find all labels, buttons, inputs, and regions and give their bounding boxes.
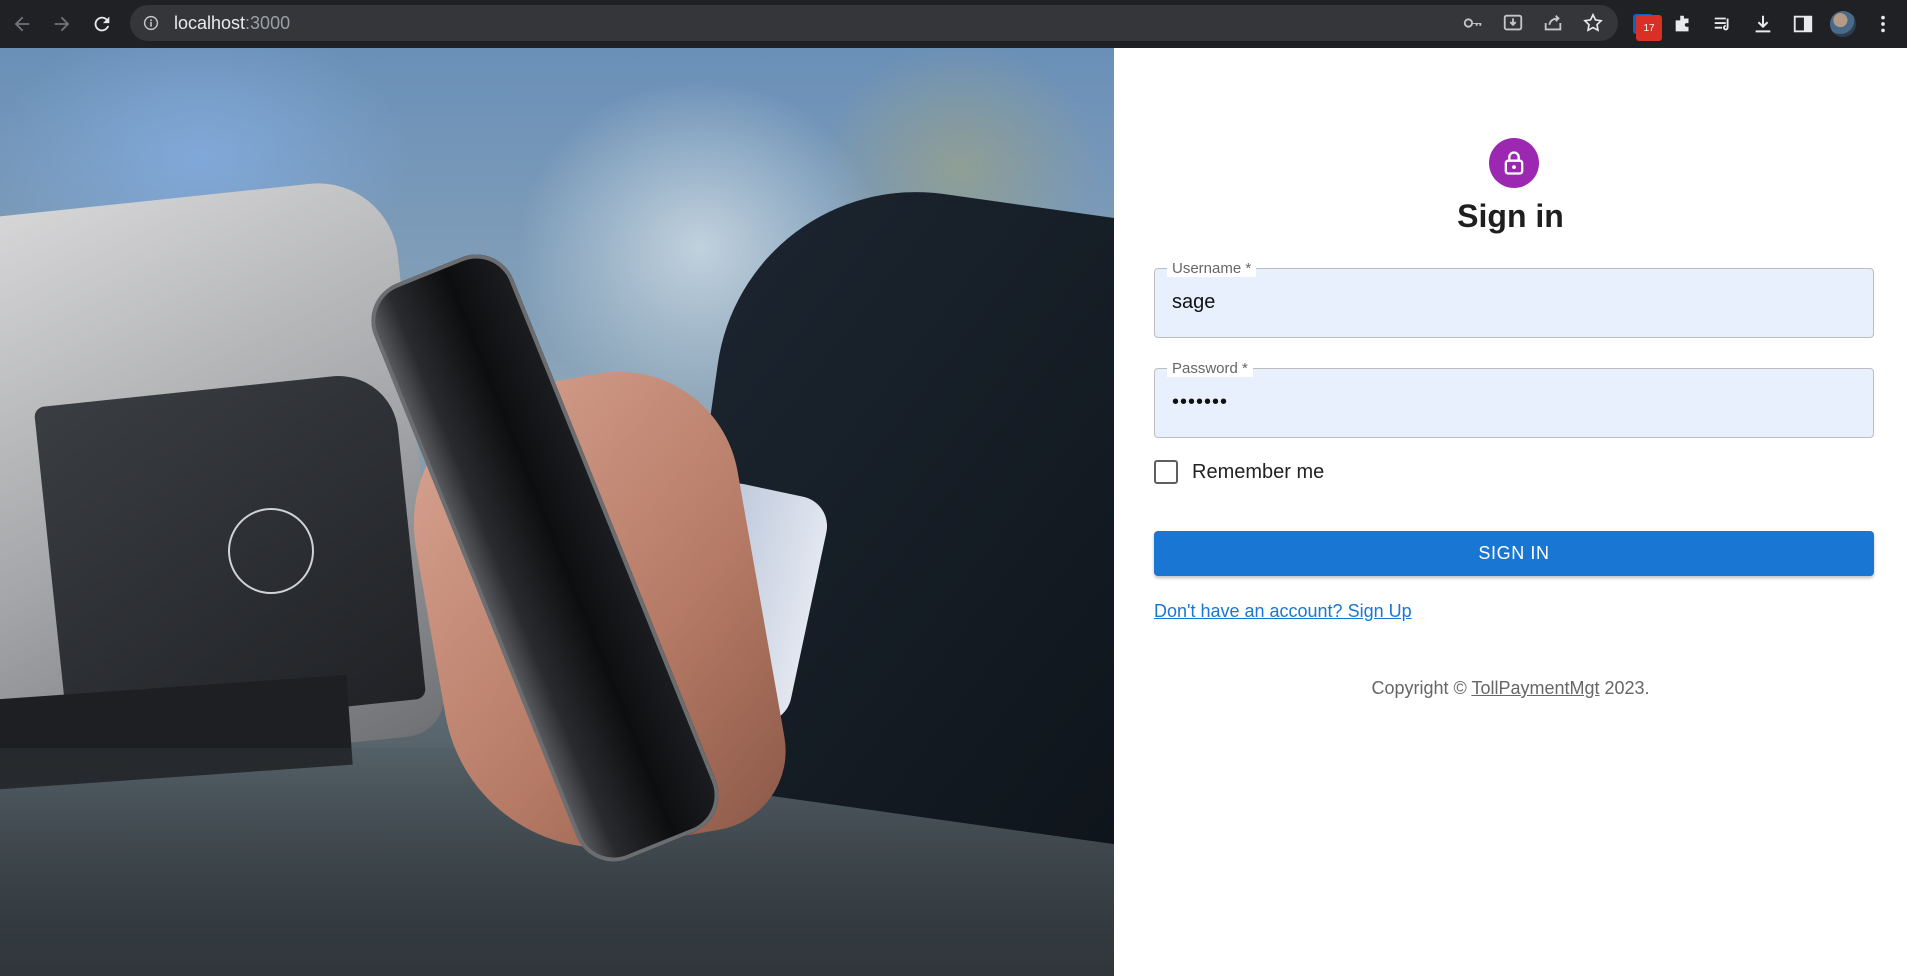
remember-me[interactable]: Remember me — [1154, 460, 1324, 484]
signin-button[interactable]: SIGN IN — [1154, 531, 1874, 576]
remember-label[interactable]: Remember me — [1192, 461, 1324, 484]
lock-icon — [1504, 151, 1524, 175]
share-icon[interactable] — [1540, 10, 1566, 36]
username-field[interactable]: Username * sage — [1154, 260, 1874, 338]
downloads-icon[interactable] — [1750, 11, 1776, 37]
arrow-left-icon — [14, 16, 30, 32]
copyright: Copyright © TollPaymentMgt 2023. — [1371, 678, 1650, 698]
reload-icon — [94, 16, 110, 32]
install-app-icon[interactable] — [1500, 10, 1526, 36]
linkedin-extension-icon[interactable]: in 17 — [1630, 11, 1662, 41]
side-panel-icon[interactable] — [1790, 11, 1816, 37]
hero-image — [0, 48, 1114, 976]
back-button[interactable] — [2, 4, 42, 44]
password-label: Password * — [1167, 360, 1253, 377]
remember-checkbox[interactable] — [1154, 460, 1178, 484]
reload-button[interactable] — [82, 4, 122, 44]
bookmark-star-icon[interactable] — [1580, 10, 1606, 36]
password-field[interactable]: Password * ••••••• — [1154, 360, 1874, 438]
username-value[interactable]: sage — [1172, 291, 1215, 314]
site-info-icon[interactable] — [142, 14, 160, 32]
notification-badge: 17 — [1636, 15, 1662, 41]
signin-panel: Sign in Username * sage Password * •••••… — [1114, 48, 1907, 976]
copyright-link[interactable]: TollPaymentMgt — [1471, 678, 1599, 698]
address-bar[interactable]: localhost:3000 — [130, 5, 1618, 41]
lock-avatar — [1489, 138, 1539, 188]
password-value[interactable]: ••••••• — [1172, 391, 1228, 414]
signup-link[interactable]: Don't have an account? Sign Up — [1154, 601, 1412, 622]
profile-avatar[interactable] — [1830, 11, 1856, 37]
forward-button[interactable] — [42, 4, 82, 44]
browser-toolbar: localhost:3000 in 17 — [0, 0, 1907, 48]
url-text: localhost:3000 — [174, 12, 291, 33]
contactless-icon — [228, 508, 314, 594]
arrow-right-icon — [54, 16, 70, 32]
username-label: Username * — [1167, 260, 1257, 277]
key-icon[interactable] — [1460, 10, 1486, 36]
extensions-puzzle-icon[interactable] — [1670, 11, 1696, 37]
page-title: Sign in — [1457, 198, 1564, 234]
reading-list-icon[interactable] — [1710, 11, 1736, 37]
more-menu-icon[interactable] — [1870, 11, 1896, 37]
